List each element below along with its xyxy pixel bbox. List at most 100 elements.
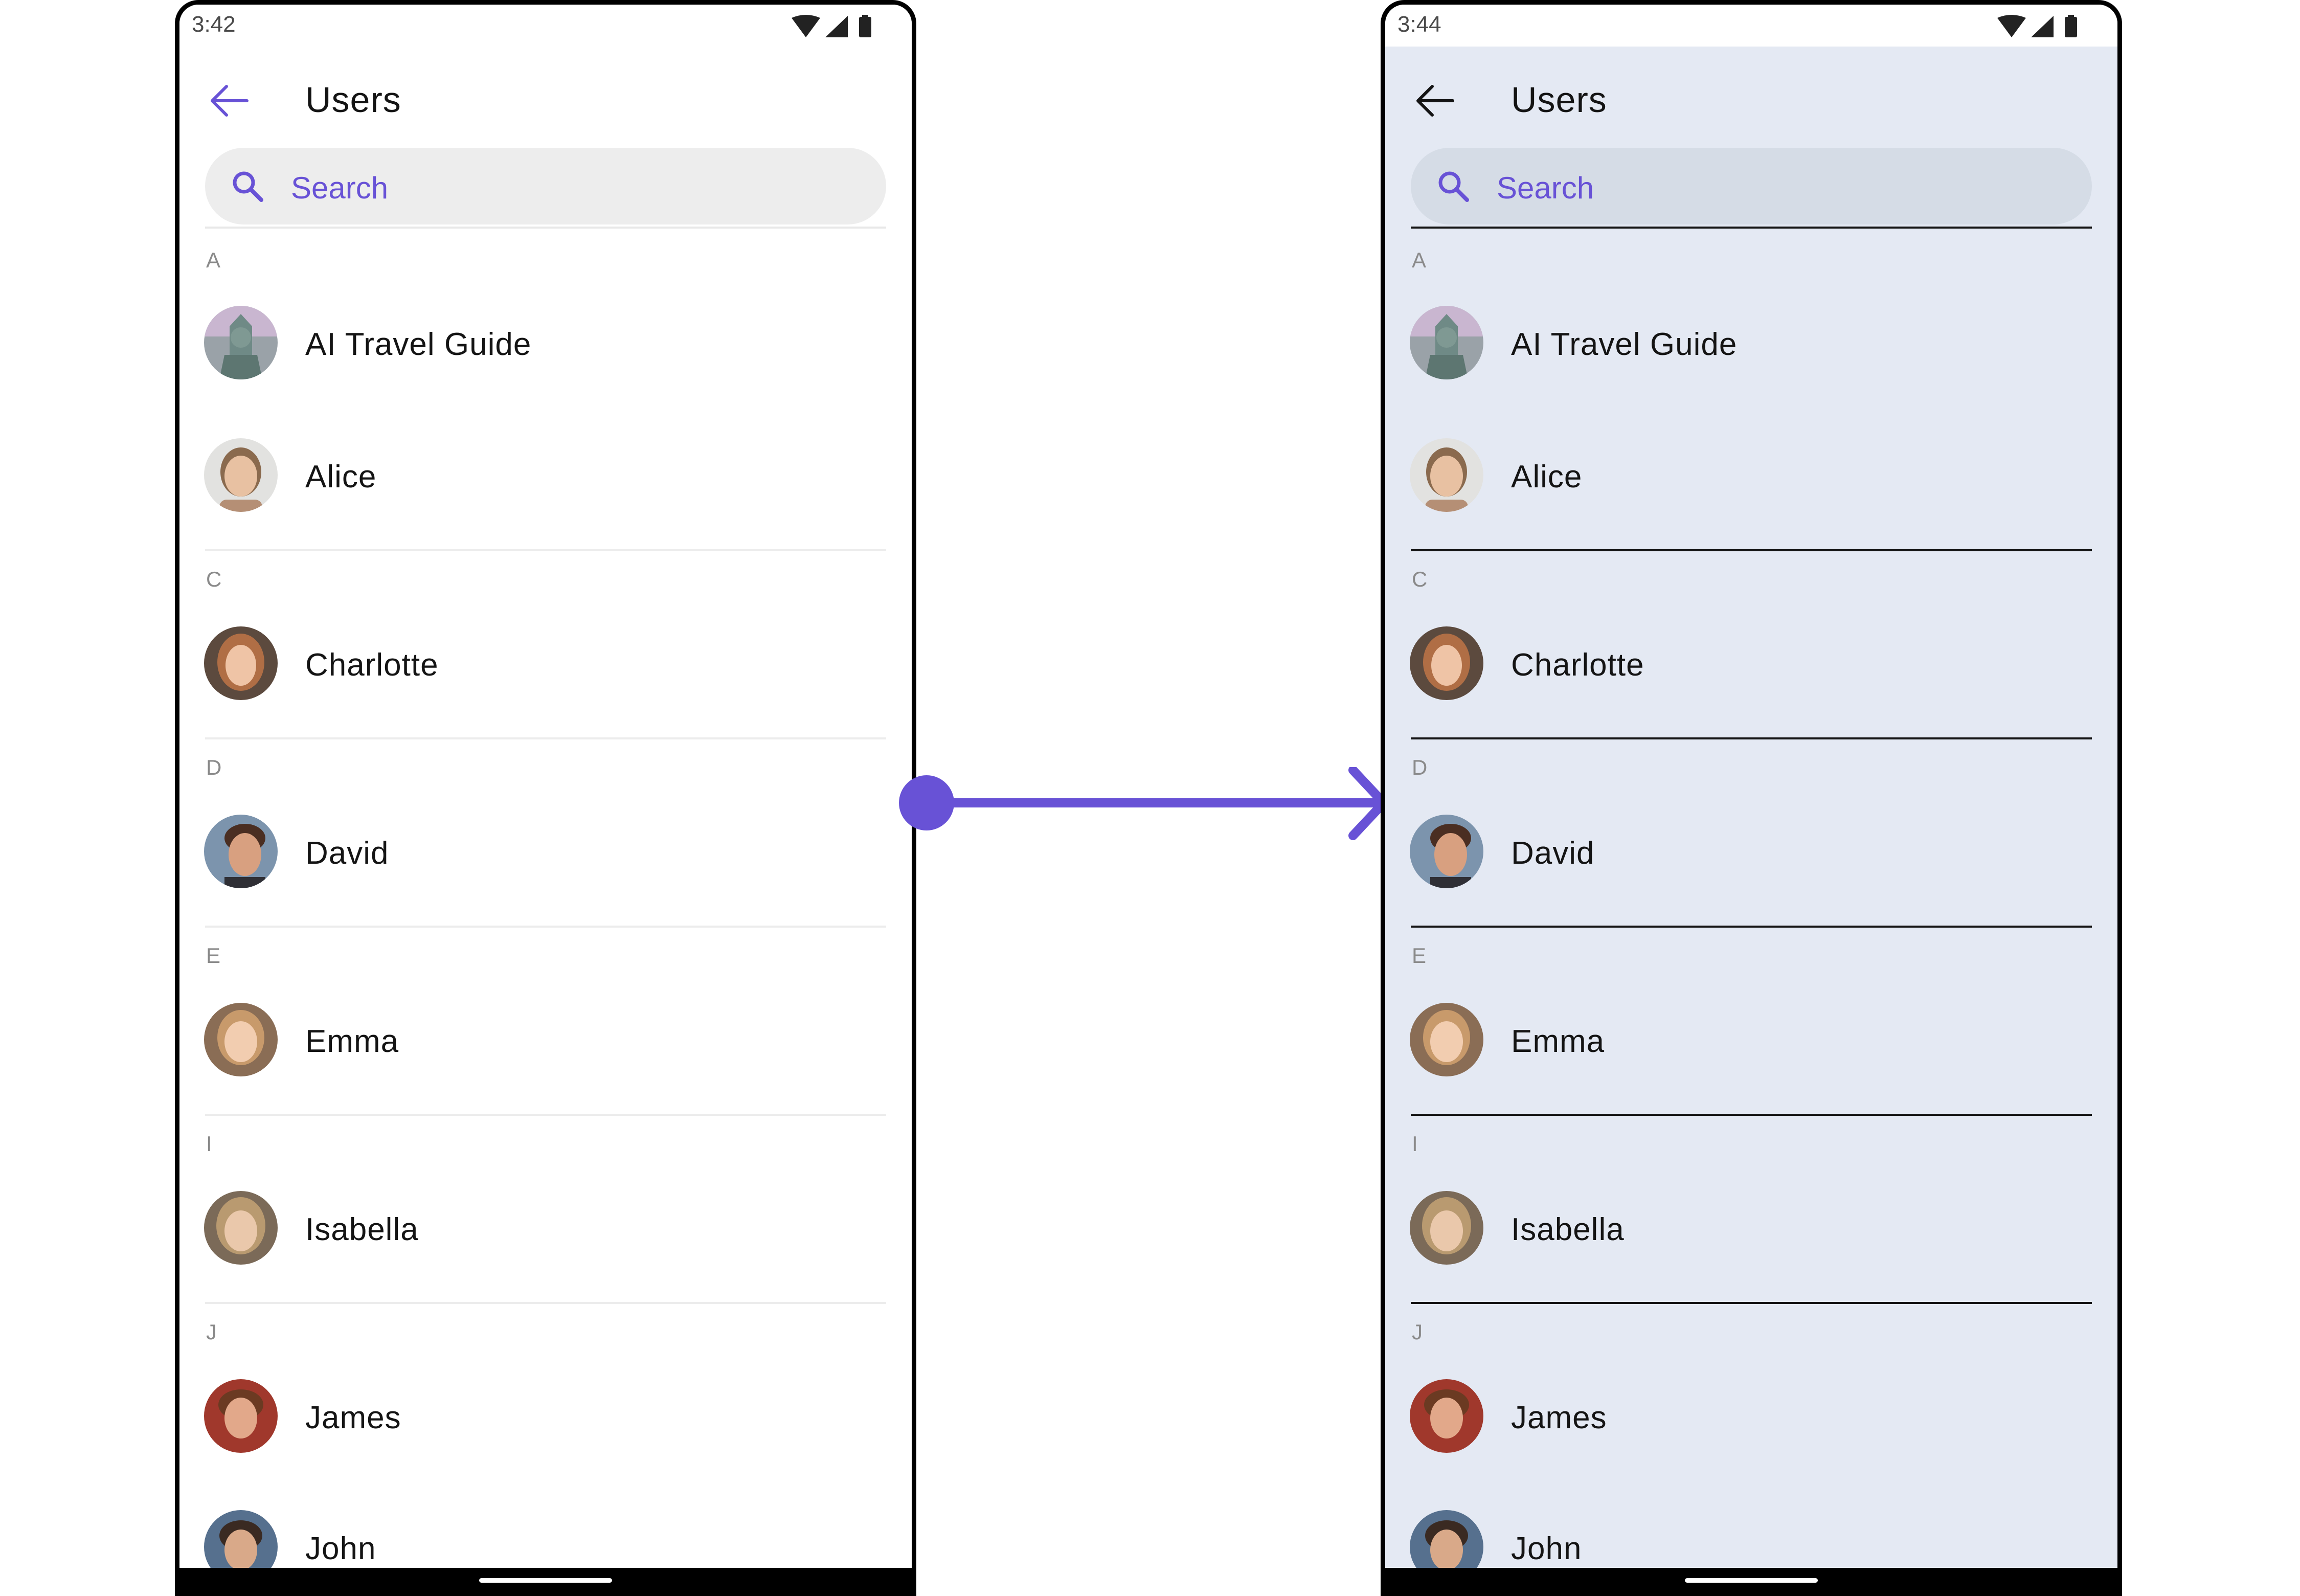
divider [205,1302,886,1304]
divider [1411,227,2092,229]
contact-name: James [1511,1400,1607,1435]
wifi-icon [1997,15,2026,37]
section-header: A [1412,248,1427,272]
contact-name: AI Travel Guide [305,327,532,362]
arrow-left-icon [211,85,249,117]
search-input[interactable]: Search [205,148,886,224]
section-header: D [1412,755,1428,779]
right-phone-screen: 3:44 Users Search A AI Travel Guide Alic… [1381,0,2122,1596]
list-item[interactable]: AI Travel Guide [179,297,912,389]
left-phone-screen: 3:42 Users Search A AI Travel Guide Alic… [175,0,916,1596]
arrow-left-icon [1416,85,1454,117]
contact-name: Isabella [305,1212,419,1247]
section-header: C [206,567,222,591]
avatar [1410,1191,1483,1265]
status-bar: 3:42 [179,5,912,47]
status-time: 3:44 [1397,12,1441,37]
avatar [1410,1379,1483,1453]
search-placeholder: Search [291,171,389,205]
home-handle[interactable] [479,1578,612,1583]
divider [205,737,886,739]
divider [205,1114,886,1116]
back-button[interactable] [206,80,252,121]
avatar [204,1191,278,1265]
contact-name: David [1511,836,1595,871]
contact-name: David [305,836,389,871]
avatar [204,1379,278,1453]
home-handle[interactable] [1685,1578,1818,1583]
divider [205,549,886,551]
navigation-bar [179,1568,912,1596]
section-header: E [1412,943,1427,968]
section-header: D [206,755,222,779]
signal-icon [825,16,848,37]
page-title: Users [1511,80,1607,120]
battery-icon [2065,17,2077,37]
contact-name: Alice [1511,459,1583,494]
contact-name: AI Travel Guide [1511,327,1738,362]
search-input[interactable]: Search [1411,148,2092,224]
list-item[interactable]: Emma [1385,994,2117,1086]
section-header: C [1412,567,1428,591]
contact-name: Charlotte [1511,647,1644,683]
section-header: E [206,943,221,968]
search-icon [233,171,263,202]
list-item[interactable]: Isabella [1385,1182,2117,1274]
section-header: J [206,1320,217,1344]
status-icons [792,15,878,39]
divider [1411,737,2092,739]
avatar [1410,815,1483,888]
contact-name: Isabella [1511,1212,1625,1247]
signal-icon [2031,16,2054,37]
avatar [1410,1003,1483,1076]
toolbar: Users [179,66,912,132]
contact-name: Alice [305,459,377,494]
list-item[interactable]: Emma [179,994,912,1086]
avatar [204,1003,278,1076]
list-item[interactable]: David [179,805,912,897]
status-icons [1997,15,2084,39]
list-item[interactable]: Charlotte [1385,617,2117,709]
list-item[interactable]: James [179,1370,912,1462]
list-item[interactable]: Alice [1385,429,2117,521]
avatar [204,306,278,379]
wifi-icon [792,15,820,37]
battery-icon [859,17,871,37]
avatar [204,438,278,512]
status-bar: 3:44 [1385,5,2117,47]
list-item[interactable]: Isabella [179,1182,912,1274]
divider [205,926,886,928]
status-time: 3:42 [192,12,236,37]
list-item[interactable]: David [1385,805,2117,897]
avatar [1410,306,1483,379]
avatar [204,626,278,700]
divider [1411,926,2092,928]
search-placeholder: Search [1497,171,1594,205]
contact-name: John [1511,1531,1582,1566]
divider [1411,1114,2092,1116]
section-header: I [206,1132,212,1156]
right-arrow-connector [899,767,1388,840]
divider [1411,549,2092,551]
list-item[interactable]: James [1385,1370,2117,1462]
list-item[interactable]: Charlotte [179,617,912,709]
list-item[interactable]: AI Travel Guide [1385,297,2117,389]
contact-name: Emma [305,1024,399,1059]
toolbar: Users [1385,66,2117,132]
divider [1411,1302,2092,1304]
avatar [1410,438,1483,512]
divider [205,227,886,229]
page-title: Users [305,80,401,120]
section-header: A [206,248,221,272]
avatar [1410,626,1483,700]
contact-name: Emma [1511,1024,1605,1059]
search-icon [1438,171,1469,202]
contact-name: Charlotte [305,647,439,683]
back-button[interactable] [1412,80,1458,121]
section-header: I [1412,1132,1418,1156]
list-item[interactable]: Alice [179,429,912,521]
contact-name: James [305,1400,401,1435]
navigation-bar [1385,1568,2117,1596]
avatar [204,815,278,888]
contact-name: John [305,1531,376,1566]
